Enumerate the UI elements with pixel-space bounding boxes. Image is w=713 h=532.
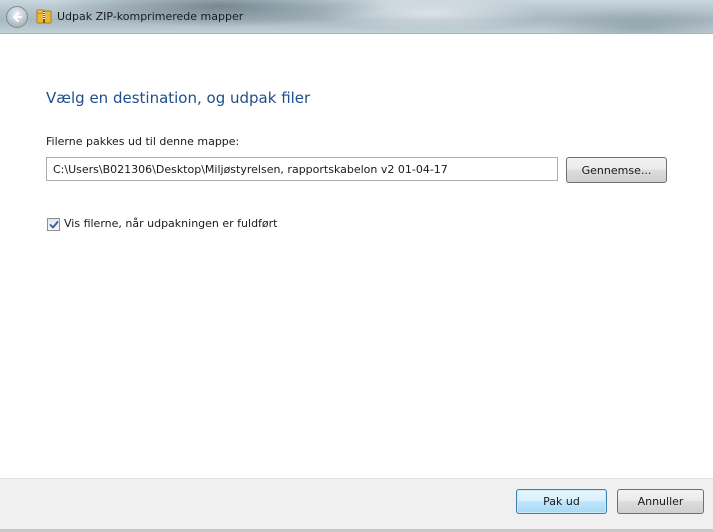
show-files-checkbox[interactable]	[47, 218, 60, 231]
checkmark-icon	[49, 221, 59, 229]
extract-button[interactable]: Pak ud	[516, 489, 607, 514]
page-heading: Vælg en destination, og udpak filer	[46, 89, 311, 107]
destination-label: Filerne pakkes ud til denne mappe:	[46, 135, 240, 148]
browse-button[interactable]: Gennemse...	[566, 157, 667, 183]
window-title: Udpak ZIP-komprimerede mapper	[57, 10, 244, 23]
destination-path-input[interactable]	[46, 157, 558, 181]
cancel-button[interactable]: Annuller	[617, 489, 704, 514]
show-files-label[interactable]: Vis filerne, når udpakningen er fuldført	[64, 217, 278, 230]
zip-folder-icon	[36, 9, 52, 24]
dialog-footer: Pak ud Annuller	[0, 478, 713, 532]
title-bar: Udpak ZIP-komprimerede mapper	[0, 0, 713, 34]
back-arrow-icon	[13, 12, 22, 22]
back-button[interactable]	[6, 6, 28, 28]
